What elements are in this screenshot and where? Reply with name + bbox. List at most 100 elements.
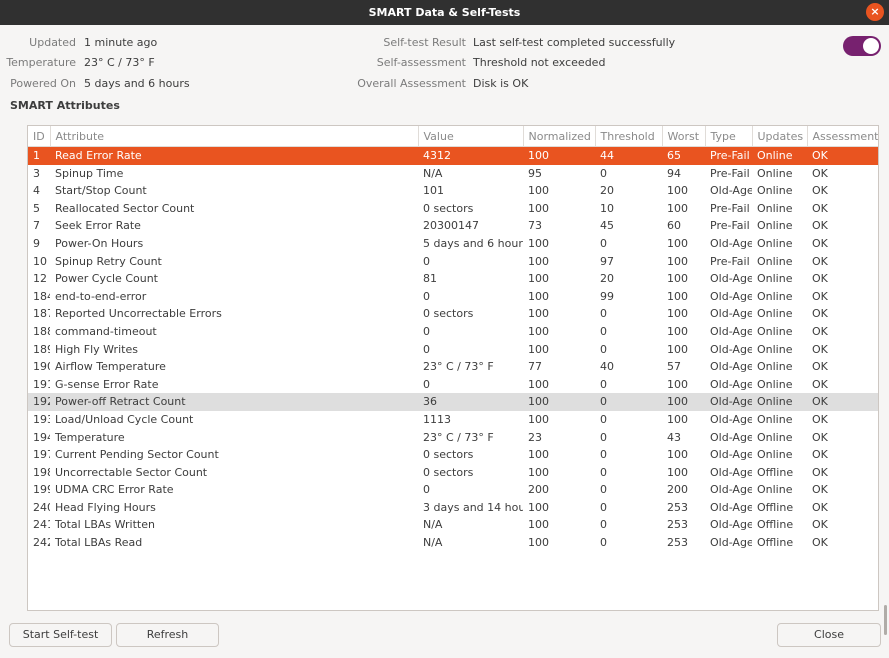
cell-attribute: Power Cycle Count (55, 272, 158, 286)
table-row[interactable]: 188 command-timeout 0 100 0 100 Old-Age Online O… (28, 323, 878, 341)
column-header-updates[interactable]: Updates (752, 126, 808, 147)
cell-value: 0 (423, 254, 430, 268)
cell-normalized: 100 (528, 307, 549, 321)
cell-assessment: OK (807, 393, 878, 411)
cell-normalized: 23 (528, 430, 542, 444)
cell-worst: 100 (667, 272, 688, 286)
table-row[interactable]: 10 Spinup Retry Count 0 100 97 100 Pre-Fail Onl… (28, 253, 878, 271)
cell-normalized: 77 (528, 360, 542, 374)
cell-value: 0 sectors (423, 465, 474, 479)
table-row[interactable]: 241 Total LBAs Written N/A 100 0 253 Old-Age Of… (28, 516, 878, 534)
cell-worst: 60 (667, 219, 681, 233)
cell-worst: 253 (667, 518, 688, 532)
column-header-normalized[interactable]: Normalized (523, 126, 596, 147)
cell-assessment: OK (812, 201, 828, 215)
close-window-icon[interactable]: × (866, 3, 884, 21)
cell-updates: Online (757, 412, 793, 426)
column-header-value[interactable]: Value (418, 126, 524, 147)
cell-id: 187 (33, 307, 50, 321)
overlay-scrollbar[interactable] (884, 605, 887, 635)
temperature-value: 23° C / 73° F (84, 56, 155, 69)
table-row[interactable]: 199 UDMA CRC Error Rate 0 200 0 200 Old-Age Onl… (28, 481, 878, 499)
cell-normalized: 100 (528, 342, 549, 356)
cell-updates: Online (757, 254, 793, 268)
cell-attribute: Power-On Hours (55, 236, 144, 250)
table-row[interactable]: 240 Head Flying Hours 3 days and 14 hours 1… (28, 499, 878, 517)
table-row[interactable]: 7 Seek Error Rate 20300147 73 45 60 Pre-Fail On… (28, 217, 878, 235)
cell-assessment: OK (812, 500, 828, 514)
cell-assessment: OK (812, 166, 828, 180)
cell-id: 192 (28, 393, 50, 411)
cell-threshold: 0 (600, 483, 607, 497)
cell-worst: 253 (667, 500, 688, 514)
smart-attributes-table[interactable]: ID Attribute Value Normalized Threshold … (27, 125, 879, 611)
table-row[interactable]: 3 Spinup Time N/A 95 0 94 Pre-Fail Online OK (28, 165, 878, 183)
table-row[interactable]: 1 Read Error Rate 4312 100 44 65 Pre-Fail Onlin… (28, 146, 878, 165)
cell-threshold: 0 (600, 307, 607, 321)
cell-assessment: OK (812, 272, 828, 286)
cell-worst: 200 (667, 483, 688, 497)
cell-threshold: 0 (600, 412, 607, 426)
cell-value: 81 (423, 272, 437, 286)
close-button[interactable]: Close (777, 623, 881, 647)
cell-type: Old-Age (710, 307, 752, 321)
cell-normalized: 100 (528, 324, 549, 338)
column-header-id[interactable]: ID (28, 126, 51, 147)
cell-value: 20300147 (423, 219, 479, 233)
cell-type: Old-Age (710, 518, 752, 532)
table-row[interactable]: 193 Load/Unload Cycle Count 1113 100 0 100 Old… (28, 411, 878, 429)
table-row[interactable]: 191 G-sense Error Rate 0 100 0 100 Old-Age Onli… (28, 376, 878, 394)
cell-attribute: Seek Error Rate (55, 219, 141, 233)
cell-normalized: 100 (528, 465, 549, 479)
column-header-worst[interactable]: Worst (662, 126, 706, 147)
cell-type: Pre-Fail (710, 219, 750, 233)
table-row[interactable]: 9 Power-On Hours 5 days and 6 hours 100 0 100… (28, 235, 878, 253)
cell-updates: Online (757, 236, 793, 250)
table-row[interactable]: 242 Total LBAs Read N/A 100 0 253 Old-Age Offli… (28, 534, 878, 552)
cell-worst: 100 (667, 201, 688, 215)
column-header-type[interactable]: Type (705, 126, 753, 147)
cell-id: 184 (33, 289, 50, 303)
cell-id: 199 (33, 483, 50, 497)
smart-enable-toggle[interactable] (843, 36, 881, 56)
table-header-row: ID Attribute Value Normalized Threshold … (28, 126, 878, 147)
cell-threshold: 0 (600, 465, 607, 479)
cell-updates: Online (757, 166, 793, 180)
cell-worst: 100 (667, 377, 688, 391)
column-header-threshold[interactable]: Threshold (595, 126, 663, 147)
cell-type: Old-Age (710, 500, 752, 514)
table-row[interactable]: 189 High Fly Writes 0 100 0 100 Old-Age Online O… (28, 341, 878, 359)
cell-id: 240 (33, 500, 50, 514)
title-bar: SMART Data & Self-Tests × (0, 0, 889, 25)
cell-value: 23° C / 73° F (423, 360, 494, 374)
cell-normalized: 100 (528, 201, 549, 215)
table-row[interactable]: 12 Power Cycle Count 81 100 20 100 Old-Age Onli… (28, 270, 878, 288)
cell-threshold: 99 (600, 289, 614, 303)
cell-attribute: Airflow Temperature (55, 360, 166, 374)
table-row[interactable]: 5 Reallocated Sector Count 0 sectors 100 10 1… (28, 200, 878, 218)
table-row[interactable]: 197 Current Pending Sector Count 0 sectors… (28, 446, 878, 464)
table-row[interactable]: 187 Reported Uncorrectable Errors 0 sector… (28, 305, 878, 323)
cell-worst: 100 (667, 324, 688, 338)
cell-threshold: 97 (600, 254, 614, 268)
column-header-attribute[interactable]: Attribute (50, 126, 419, 147)
cell-value: N/A (423, 536, 443, 550)
table-row[interactable]: 198 Uncorrectable Sector Count 0 sectors 10… (28, 464, 878, 482)
cell-type: Pre-Fail (710, 201, 750, 215)
cell-attribute: Spinup Time (55, 166, 124, 180)
cell-worst: 100 (667, 236, 688, 250)
table-row[interactable]: 190 Airflow Temperature 23° C / 73° F 77 40 5… (28, 358, 878, 376)
cell-assessment: OK (812, 536, 828, 550)
table-row[interactable]: 192Power-off Retract Count361000100Old-A… (28, 393, 878, 411)
table-row[interactable]: 4 Start/Stop Count 101 100 20 100 Old-Age Onlin… (28, 182, 878, 200)
cell-type: Old-Age (710, 430, 752, 444)
column-header-assessment[interactable]: Assessment (807, 126, 878, 147)
refresh-button[interactable]: Refresh (116, 623, 219, 647)
cell-attribute: Temperature (55, 430, 125, 444)
start-self-test-button[interactable]: Start Self-test (9, 623, 112, 647)
cell-normalized: 100 (528, 518, 549, 532)
cell-assessment: OK (812, 342, 828, 356)
cell-normalized: 100 (528, 377, 549, 391)
table-row[interactable]: 194 Temperature 23° C / 73° F 23 0 43 Old-Age O… (28, 429, 878, 447)
table-row[interactable]: 184 end-to-end-error 0 100 99 100 Old-Age Onlin… (28, 288, 878, 306)
